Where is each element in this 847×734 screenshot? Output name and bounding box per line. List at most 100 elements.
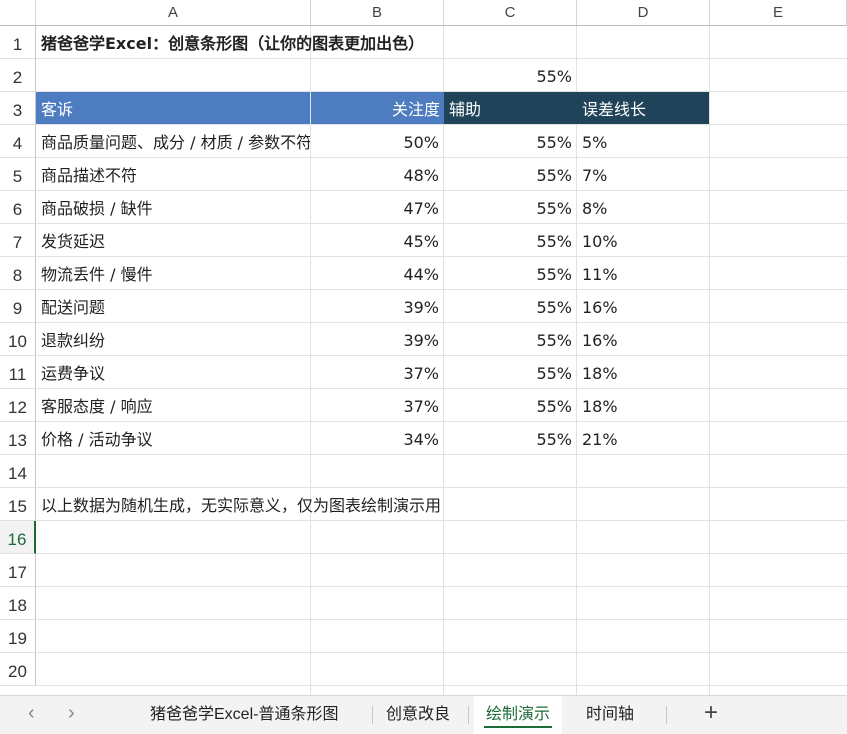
column-header-c[interactable]: C: [444, 0, 577, 26]
header-error-length[interactable]: 误差线长: [577, 92, 709, 124]
header-helper[interactable]: 辅助: [444, 92, 577, 124]
gridline-horizontal: [36, 619, 847, 620]
row-header-2[interactable]: 2: [0, 59, 36, 92]
cell-complaint[interactable]: 客服态度 / 响应: [36, 389, 310, 421]
cell-error-length[interactable]: 8%: [577, 191, 709, 223]
cell-complaint[interactable]: 商品破损 / 缺件: [36, 191, 310, 223]
cell-complaint[interactable]: 运费争议: [36, 356, 310, 388]
sheet-tab-4[interactable]: 时间轴: [574, 696, 646, 734]
cell-attention[interactable]: 37%: [311, 356, 443, 388]
cell-attention[interactable]: 37%: [311, 389, 443, 421]
row-header-6[interactable]: 6: [0, 191, 36, 224]
cell-helper[interactable]: 55%: [444, 323, 576, 355]
gridline-horizontal: [36, 685, 847, 686]
cell-error-length[interactable]: 18%: [577, 356, 709, 388]
cell-attention[interactable]: 48%: [311, 158, 443, 190]
cell-attention[interactable]: 45%: [311, 224, 443, 256]
cell-attention[interactable]: 50%: [311, 125, 443, 157]
sheet-tab-label: 时间轴: [586, 706, 635, 723]
cell-error-length[interactable]: 10%: [577, 224, 709, 256]
row-header-8[interactable]: 8: [0, 257, 36, 290]
cell-complaint[interactable]: 商品描述不符: [36, 158, 310, 190]
row-header-13[interactable]: 13: [0, 422, 36, 455]
row-header-19[interactable]: 19: [0, 620, 36, 653]
row-header-18[interactable]: 18: [0, 587, 36, 620]
cell-attention[interactable]: 39%: [311, 290, 443, 322]
cell-complaint[interactable]: 商品质量问题、成分 / 材质 / 参数不符: [36, 125, 310, 157]
row-header-3[interactable]: 3: [0, 92, 36, 125]
cell-c2[interactable]: 55%: [444, 59, 576, 91]
row-header-4[interactable]: 4: [0, 125, 36, 158]
cell-complaint[interactable]: 发货延迟: [36, 224, 310, 256]
sheet-tab-label: 绘制演示: [486, 706, 551, 723]
cell-helper[interactable]: 55%: [444, 290, 576, 322]
column-header-a[interactable]: A: [36, 0, 311, 26]
spreadsheet-grid[interactable]: A B C D E 1 2 3 4 5 6 7 8 9 10 11 12 13 14 15 16 17 18 19 2…: [0, 0, 847, 695]
active-tab-underline: [484, 726, 553, 728]
cell-helper[interactable]: 55%: [444, 257, 576, 289]
column-header-e[interactable]: E: [710, 0, 847, 26]
sheet-tab-label: 创意改良: [386, 706, 451, 723]
row-header-16[interactable]: 16: [0, 521, 36, 554]
row-header-14[interactable]: 14: [0, 455, 36, 488]
sheet-tab-bar: ‹ › 猪爸爸学Excel-普通条形图 创意改良 绘制演示 时间轴 +: [0, 695, 847, 734]
sheet-tab-label: 猪爸爸学Excel-普通条形图: [150, 706, 339, 723]
cell-error-length[interactable]: 21%: [577, 422, 709, 454]
tab-separator: [666, 706, 667, 724]
row-header-20[interactable]: 20: [0, 653, 36, 686]
header-complaint[interactable]: 客诉: [36, 92, 310, 124]
row-header-7[interactable]: 7: [0, 224, 36, 257]
gridline-horizontal: [36, 652, 847, 653]
tab-separator: [468, 706, 469, 724]
cell-complaint[interactable]: 价格 / 活动争议: [36, 422, 310, 454]
gridline-horizontal: [36, 520, 847, 521]
gridline-horizontal: [36, 58, 847, 59]
sheet-tab-2[interactable]: 创意改良: [374, 696, 462, 734]
cell-attention[interactable]: 44%: [311, 257, 443, 289]
cell-helper[interactable]: 55%: [444, 191, 576, 223]
cell-complaint[interactable]: 物流丢件 / 慢件: [36, 257, 310, 289]
sheet-tab-3[interactable]: 绘制演示: [474, 696, 563, 734]
cell-error-length[interactable]: 5%: [577, 125, 709, 157]
cell-error-length[interactable]: 11%: [577, 257, 709, 289]
cell-attention[interactable]: 34%: [311, 422, 443, 454]
data-note[interactable]: 以上数据为随机生成，无实际意义，仅为图表绘制演示用: [36, 488, 846, 520]
gridline-horizontal: [36, 586, 847, 587]
row-header-9[interactable]: 9: [0, 290, 36, 323]
cell-error-length[interactable]: 16%: [577, 323, 709, 355]
cell-helper[interactable]: 55%: [444, 158, 576, 190]
select-all-corner[interactable]: [0, 0, 36, 26]
chevron-right-icon[interactable]: ›: [68, 702, 75, 725]
sheet-tab-1[interactable]: 猪爸爸学Excel-普通条形图: [138, 696, 350, 734]
cell-error-length[interactable]: 18%: [577, 389, 709, 421]
header-attention[interactable]: 关注度: [311, 92, 444, 124]
cell-error-length[interactable]: 7%: [577, 158, 709, 190]
row-header-11[interactable]: 11: [0, 356, 36, 389]
sheet-title[interactable]: 猪爸爸学Excel：创意条形图（让你的图表更加出色）: [36, 26, 846, 58]
row-header-15[interactable]: 15: [0, 488, 36, 521]
column-header-row: A B C D E: [0, 0, 847, 26]
cell-attention[interactable]: 39%: [311, 323, 443, 355]
gridline-horizontal: [36, 454, 847, 455]
row-header-10[interactable]: 10: [0, 323, 36, 356]
tab-separator: [372, 706, 373, 724]
cell-helper[interactable]: 55%: [444, 422, 576, 454]
cell-helper[interactable]: 55%: [444, 389, 576, 421]
cell-attention[interactable]: 47%: [311, 191, 443, 223]
cell-helper[interactable]: 55%: [444, 224, 576, 256]
row-header-17[interactable]: 17: [0, 554, 36, 587]
cell-error-length[interactable]: 16%: [577, 290, 709, 322]
row-header-5[interactable]: 5: [0, 158, 36, 191]
cell-complaint[interactable]: 退款纠纷: [36, 323, 310, 355]
cell-helper[interactable]: 55%: [444, 356, 576, 388]
cell-helper[interactable]: 55%: [444, 125, 576, 157]
row-header-12[interactable]: 12: [0, 389, 36, 422]
gridline-horizontal: [36, 553, 847, 554]
cell-complaint[interactable]: 配送问题: [36, 290, 310, 322]
add-sheet-button[interactable]: +: [704, 699, 718, 727]
row-header-1[interactable]: 1: [0, 26, 36, 59]
chevron-left-icon[interactable]: ‹: [28, 702, 35, 725]
column-header-b[interactable]: B: [311, 0, 444, 26]
gridline-vertical: [709, 26, 710, 695]
column-header-d[interactable]: D: [577, 0, 710, 26]
